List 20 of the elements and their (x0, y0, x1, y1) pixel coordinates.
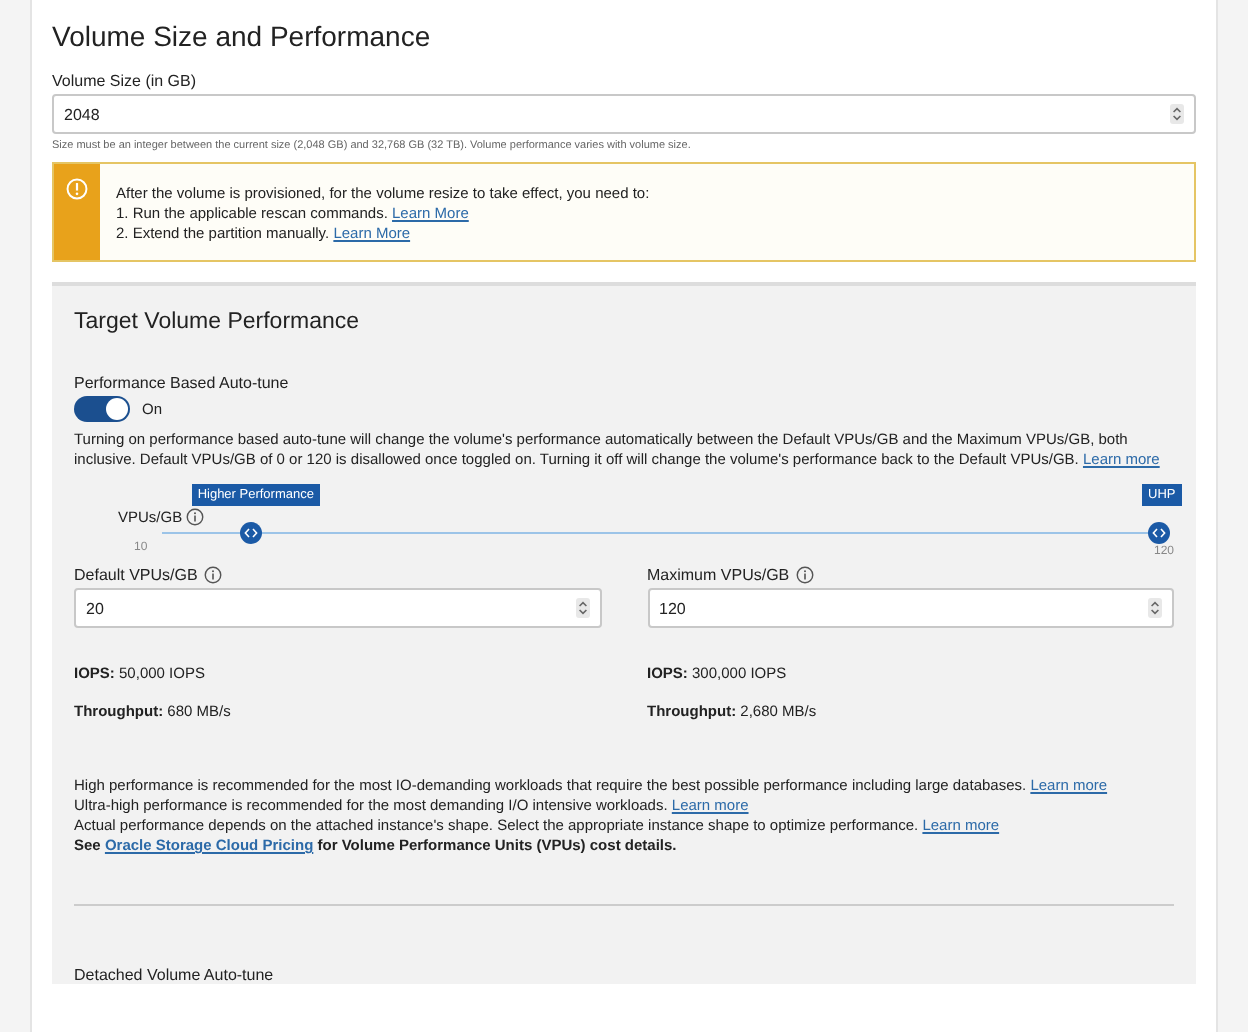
field-label: Maximum VPUs/GB (647, 566, 790, 584)
panel-title: Target Volume Performance (74, 310, 362, 334)
info-icon[interactable] (203, 566, 222, 584)
slider-handle[interactable] (1147, 522, 1169, 544)
volume-size-input[interactable]: 2048 (52, 94, 1196, 134)
stepper-icon[interactable] (1148, 598, 1162, 618)
info-icon[interactable] (795, 566, 814, 584)
toggle-switch[interactable] (74, 396, 130, 422)
vpus-input[interactable]: 20 (74, 588, 601, 628)
field-label: Default VPUs/GB (74, 566, 198, 584)
stepper-icon[interactable] (575, 598, 589, 618)
slider-handle[interactable] (240, 522, 263, 544)
vpus-input[interactable]: 120 (647, 588, 1174, 628)
toggle-label: Performance Based Auto-tune (74, 374, 291, 392)
stepper-icon[interactable] (1170, 104, 1184, 124)
section-title: Volume Size and Performance (52, 20, 433, 52)
field-label: Volume Size (in GB) (52, 72, 199, 90)
warning-icon (66, 178, 88, 200)
info-icon[interactable] (186, 508, 205, 526)
field-label: Detached Volume Auto-tune (74, 966, 276, 984)
